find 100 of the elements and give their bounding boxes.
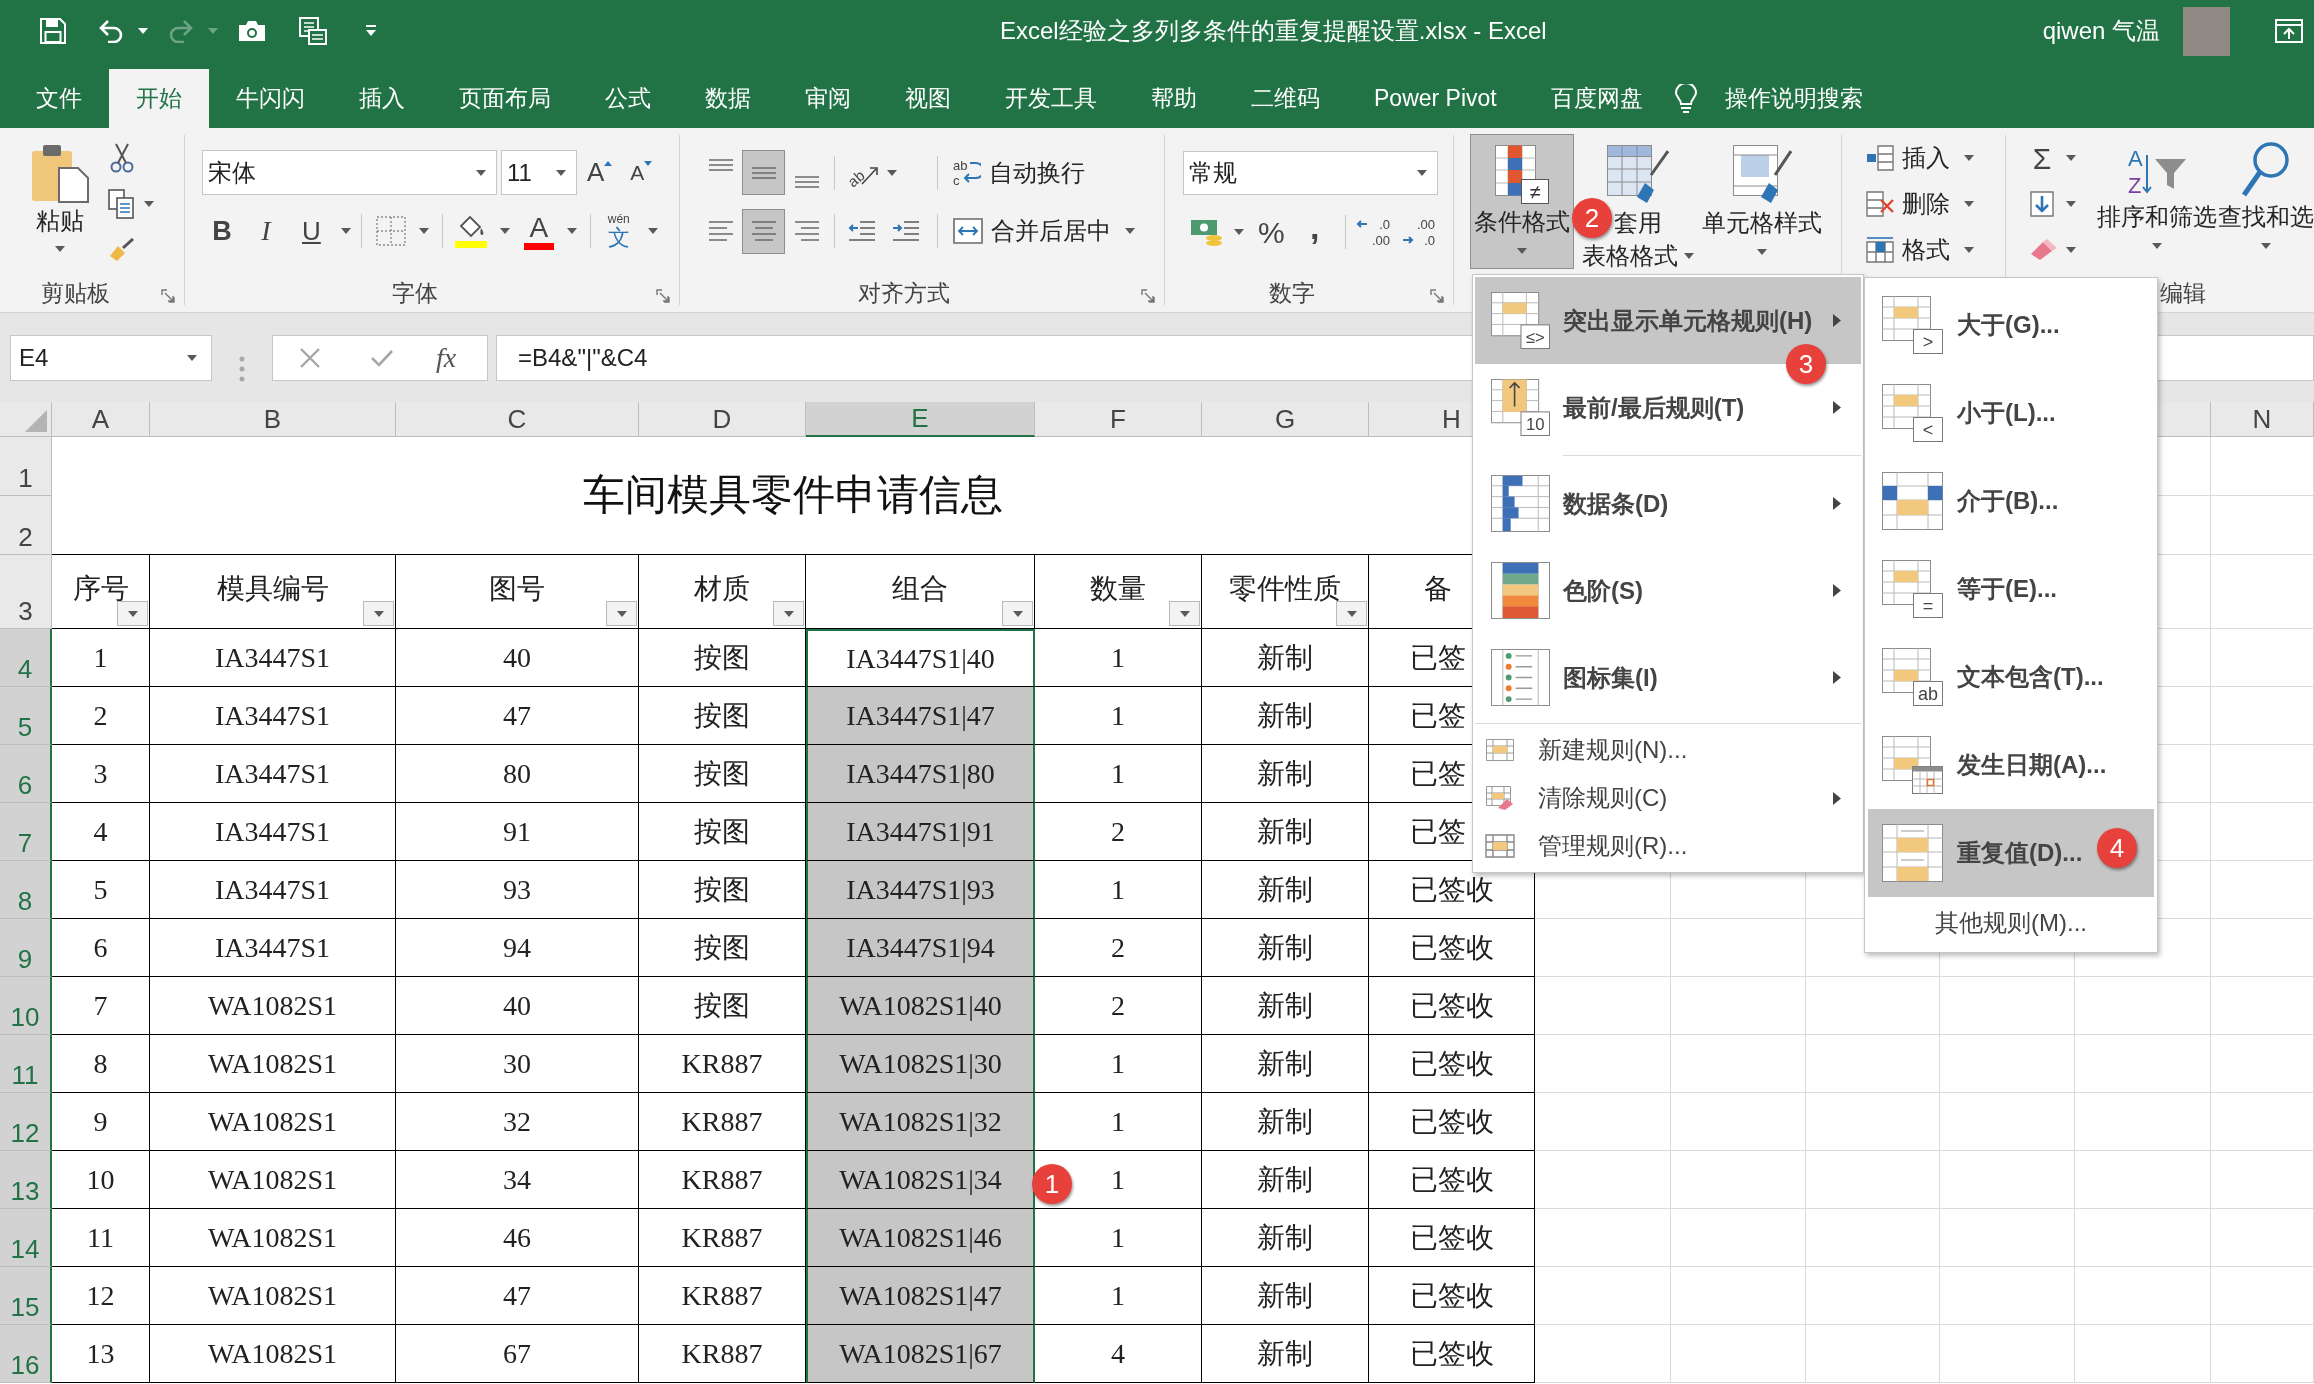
row-header[interactable]: 13	[0, 1151, 52, 1209]
insert-cells-button[interactable]: 插入	[1866, 136, 2005, 180]
table-cell: 新制	[1202, 745, 1369, 803]
row-header[interactable]: 9	[0, 919, 52, 977]
filter-button[interactable]	[773, 601, 804, 626]
bold-button[interactable]: B	[204, 211, 240, 251]
row-header[interactable]: 16	[0, 1325, 52, 1383]
column-header[interactable]: F	[1035, 402, 1202, 437]
row-header[interactable]: 4	[0, 629, 52, 687]
number-format-field[interactable]: 常规	[1183, 151, 1438, 195]
filter-button[interactable]	[117, 601, 148, 626]
delete-cells-button[interactable]: 删除	[1866, 182, 2005, 226]
ribbon-tab[interactable]: 帮助	[1124, 69, 1224, 128]
dialog-launcher-button[interactable]	[160, 288, 176, 304]
filter-button[interactable]	[1002, 601, 1033, 626]
italic-button[interactable]: I	[248, 211, 284, 251]
shrink-font-button[interactable]: A	[630, 152, 653, 193]
ribbon-tab[interactable]: Power Pivot	[1347, 69, 1524, 128]
row-header[interactable]: 3	[0, 555, 52, 629]
row-header[interactable]: 6	[0, 745, 52, 803]
phonetic-guide-button[interactable]: wén 文	[603, 209, 658, 253]
table-cell: 按图	[639, 687, 806, 745]
table-cell: IA3447S1	[150, 803, 396, 861]
table-cell: 4	[1035, 1325, 1202, 1383]
ribbon-tab[interactable]: 数据	[678, 69, 778, 128]
row-header[interactable]: 12	[0, 1093, 52, 1151]
table-cell: IA3447S1|94	[806, 919, 1035, 977]
alignment-button[interactable]	[742, 150, 785, 195]
filter-button[interactable]	[1336, 601, 1367, 626]
dialog-launcher-button[interactable]	[1140, 288, 1156, 304]
table-cell: 按图	[639, 861, 806, 919]
camera-button[interactable]	[238, 20, 266, 42]
table-cell: 8	[52, 1035, 150, 1093]
column-header[interactable]: C	[396, 402, 639, 437]
ribbon-tab[interactable]: 审阅	[778, 69, 878, 128]
ribbon-tab[interactable]: 文件	[9, 69, 109, 128]
ribbon-tab[interactable]: 插入	[332, 69, 432, 128]
tell-me-search-button[interactable]: 操作说明搜索	[1674, 69, 1863, 128]
font-name-field[interactable]: 宋体	[202, 150, 497, 195]
cell-styles-button[interactable]: 单元格样式	[1701, 134, 1823, 269]
column-header[interactable]: D	[639, 402, 806, 437]
column-title: 模具编号	[216, 575, 329, 603]
table-cell: WA1082S1	[150, 1325, 396, 1383]
merge-center-button[interactable]: 合并后居中	[953, 211, 1135, 251]
undo-button[interactable]	[98, 19, 148, 43]
row-header[interactable]: 5	[0, 687, 52, 745]
ribbon-tab[interactable]: 页面布局	[432, 69, 578, 128]
filter-button[interactable]	[363, 601, 394, 626]
paste-button[interactable]: 粘贴	[26, 138, 94, 266]
row-header[interactable]: 8	[0, 861, 52, 919]
ribbon-tab[interactable]: 开始	[109, 69, 209, 128]
percent-button[interactable]: %	[1258, 212, 1285, 252]
row-header[interactable]: 15	[0, 1267, 52, 1325]
row-header[interactable]: 11	[0, 1035, 52, 1093]
table-cell: 2	[1035, 803, 1202, 861]
comma-style-button[interactable]: ,	[1304, 212, 1325, 252]
conditional-formatting-button[interactable]: ≠ 条件格式	[1470, 134, 1574, 269]
table-cell: 按图	[639, 629, 806, 687]
grow-font-button[interactable]: A	[587, 152, 613, 193]
sort-filter-button[interactable]: A Z 排序和筛选	[2096, 128, 2218, 269]
dialog-launcher-button[interactable]	[1429, 288, 1445, 304]
column-header[interactable]: E	[806, 402, 1035, 437]
ribbon-display-button[interactable]	[2275, 19, 2303, 43]
row-header[interactable]: 14	[0, 1209, 52, 1267]
find-select-button[interactable]: 查找和选	[2218, 128, 2314, 269]
table-cell: 1	[1035, 1267, 1202, 1325]
insert-function-button[interactable]: fx	[436, 340, 457, 376]
filter-button[interactable]	[1169, 601, 1200, 626]
format-cells-button[interactable]: 格式	[1866, 228, 2005, 272]
customize-toolbar-button[interactable]	[365, 25, 377, 37]
row-header[interactable]: 7	[0, 803, 52, 861]
font-size-field[interactable]: 11	[501, 150, 577, 195]
table-cell: 91	[396, 803, 639, 861]
font-color-button[interactable]: A	[523, 209, 577, 253]
ribbon-tab[interactable]: 视图	[878, 69, 978, 128]
column-header[interactable]: N	[2211, 402, 2314, 437]
column-header[interactable]: B	[150, 402, 396, 437]
column-title: 序号	[72, 575, 129, 603]
underline-button[interactable]: U	[293, 211, 351, 251]
ribbon-tab[interactable]: 公式	[578, 69, 678, 128]
orientation-button[interactable]: ab	[845, 152, 905, 193]
row-header[interactable]: 1	[0, 437, 52, 496]
ribbon-tab[interactable]: 开发工具	[978, 69, 1124, 128]
name-box-field[interactable]: E4	[10, 335, 212, 381]
dialog-launcher-button[interactable]	[655, 288, 671, 304]
row-header[interactable]: 10	[0, 977, 52, 1035]
document-button[interactable]	[299, 17, 327, 45]
caret-icon	[1417, 170, 1427, 176]
caret-icon	[187, 355, 197, 361]
autosum-button[interactable]: Σ	[2030, 136, 2076, 180]
column-header[interactable]: G	[1202, 402, 1369, 437]
ribbon-tab[interactable]: 百度网盘	[1523, 69, 1670, 128]
alignment-button[interactable]	[742, 208, 785, 254]
filter-button[interactable]	[606, 601, 637, 626]
save-button[interactable]	[40, 18, 66, 44]
ribbon-tab[interactable]: 二维码	[1224, 69, 1347, 128]
column-header[interactable]: A	[52, 402, 150, 437]
wrap-text-button[interactable]: ab c 自动换行	[953, 152, 1085, 193]
row-header[interactable]: 2	[0, 496, 52, 555]
ribbon-tab[interactable]: 牛闪闪	[209, 69, 332, 128]
